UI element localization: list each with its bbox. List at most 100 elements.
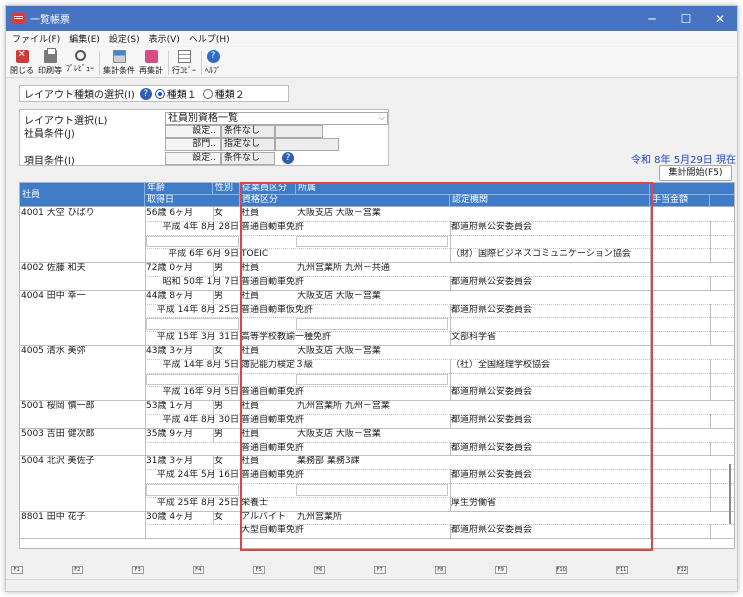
vertical-scrollbar[interactable] (729, 464, 731, 524)
column-divider (710, 276, 711, 290)
toolbar-summary-button[interactable]: 集計条件 (103, 47, 135, 77)
empty-cell[interactable] (296, 373, 448, 386)
option-label: 種類１ (166, 90, 197, 101)
emp-type-cell: 社員 (241, 346, 260, 356)
radio-selected-icon[interactable] (154, 88, 165, 99)
column-divider (650, 400, 651, 428)
item-setting-button[interactable]: 設定.. (165, 152, 221, 165)
column-divider (450, 524, 451, 539)
acquired-date-cell: 平成 24年 5月 16日 (156, 470, 239, 481)
layout-type-label: レイアウト種類の選択(I) (24, 90, 135, 101)
employee-cell: 4005 清水 美弥 (21, 346, 86, 356)
toolbar-close-button[interactable]: 閉じる (10, 47, 34, 77)
employee-setting-button[interactable]: 設定.. (165, 125, 221, 138)
empty-cell[interactable] (296, 484, 448, 496)
function-key-bar: F1 F2 F3 F4 F5 F6 F7 F8 F9 F10 F11 F12 (6, 559, 737, 581)
result-grid: 社員 年齢 性別 従業員区分 所属 取得日 資格区分 認定機関 手当金額 400… (19, 182, 735, 549)
column-divider (650, 345, 651, 401)
toolbar-help-button[interactable]: ? ﾍﾙﾌﾟ (205, 47, 221, 77)
toolbar-rowcopy-button[interactable]: 行ｺﾋﾟｰ (172, 47, 196, 77)
help-icon[interactable]: ? (139, 87, 152, 100)
menu-view[interactable]: 表示(V) (149, 32, 180, 45)
column-divider (650, 427, 651, 456)
close-icon (15, 49, 29, 63)
close-window-button[interactable]: ✕ (703, 6, 737, 31)
authority-cell: （財）国際ビジネスコミュニケーション協会 (451, 249, 631, 260)
layout-type-option-1[interactable]: 種類１ (154, 86, 197, 101)
chevron-down-icon: ⌵ (378, 113, 385, 122)
fkey-f9[interactable]: F9 (495, 566, 507, 574)
fkey-f6[interactable]: F6 (313, 566, 325, 574)
menu-bar: ファイル(F) 編集(E) 設定(S) 表示(V) ヘルプ(H) (6, 31, 737, 46)
dept-button[interactable]: 部門.. (165, 138, 221, 151)
layout-type-option-2[interactable]: 種類２ (202, 86, 245, 101)
fkey-f5[interactable]: F5 (253, 566, 265, 574)
header-authority: 認定機関 (450, 195, 650, 207)
fkey-f3[interactable]: F3 (132, 566, 144, 574)
toolbar-print-button[interactable]: 印刷等 (38, 47, 62, 77)
dept-value: 指定なし (221, 138, 275, 151)
radio-unselected-icon[interactable] (202, 88, 213, 99)
fkey-f7[interactable]: F7 (374, 566, 386, 574)
column-divider (240, 427, 241, 456)
employee-cell: 4002 佐藤 和夫 (21, 263, 86, 274)
column-divider (213, 510, 214, 525)
emp-type-cell: 社員 (241, 208, 260, 218)
help-icon[interactable]: ? (282, 152, 294, 164)
acquired-date-cell: 平成 4年 8月 30日 (162, 415, 240, 425)
empty-cell[interactable] (296, 235, 448, 248)
column-divider (710, 414, 711, 428)
menu-file[interactable]: ファイル(F) (12, 32, 60, 45)
empty-cell[interactable] (146, 484, 239, 496)
column-divider (240, 510, 241, 539)
empty-cell[interactable] (296, 318, 448, 331)
fkey-f11[interactable]: F11 (616, 566, 628, 574)
qualification-cell: TOEIC (241, 249, 269, 260)
column-divider (240, 289, 241, 345)
fkey-f4[interactable]: F4 (192, 566, 204, 574)
acquired-date-cell: 昭和 50年 1月 7日 (162, 277, 240, 287)
toolbar-label: 印刷等 (38, 66, 62, 75)
empty-cell[interactable] (146, 318, 239, 331)
maximize-button[interactable]: ☐ (669, 6, 703, 31)
employee-cell: 4001 大空 ひばり (21, 208, 95, 218)
empty-cell[interactable] (146, 373, 239, 386)
menu-settings[interactable]: 設定(S) (109, 32, 140, 45)
gender-cell: 女 (214, 346, 224, 356)
emp-type-cell: 社員 (241, 401, 260, 412)
affiliation-cell: 業務部 業務3課 (297, 456, 360, 467)
qualification-cell: 栄養士 (241, 497, 269, 508)
option-label: 種類２ (214, 90, 245, 101)
run-summary-button[interactable]: 集計開始(F5) (659, 165, 732, 181)
row-divider (20, 538, 734, 540)
menu-edit[interactable]: 編集(E) (69, 32, 100, 45)
gender-cell: 男 (214, 290, 224, 301)
empty-cell[interactable] (146, 235, 239, 248)
column-divider (650, 455, 651, 511)
column-divider (450, 469, 451, 511)
fkey-f10[interactable]: F10 (555, 566, 567, 574)
menu-help[interactable]: ヘルプ(H) (189, 32, 230, 45)
fkey-f12[interactable]: F12 (676, 566, 688, 574)
toolbar-recalc-button[interactable]: 再集計 (139, 47, 163, 77)
column-divider (213, 289, 214, 304)
column-divider (450, 414, 451, 428)
column-divider (145, 262, 146, 290)
toolbar-preview-button[interactable]: ﾌﾟﾚﾋﾞｭｰ (66, 47, 94, 77)
layout-select-dropdown[interactable]: 社員別資格一覧 ⌵ (165, 112, 388, 125)
column-divider (213, 207, 214, 221)
fkey-f2[interactable]: F2 (71, 566, 83, 574)
column-divider (650, 510, 651, 539)
affiliation-cell: 大阪支店 大阪－営業 (297, 428, 381, 439)
authority-cell: 都道府県公安委員会 (451, 525, 533, 536)
authority-cell: 厚生労働省 (451, 497, 497, 508)
minimize-button[interactable]: ─ (635, 6, 669, 31)
column-divider (145, 289, 146, 345)
fkey-f1[interactable]: F1 (11, 566, 23, 574)
employee-cell: 5003 吉田 健次郎 (21, 428, 95, 439)
affiliation-cell: 九州営業所 九州－共通 (297, 263, 390, 274)
fkey-f8[interactable]: F8 (434, 566, 446, 574)
column-divider (240, 455, 241, 511)
age-cell: 31歳 3ヶ月 (146, 456, 194, 467)
column-divider (145, 400, 146, 428)
